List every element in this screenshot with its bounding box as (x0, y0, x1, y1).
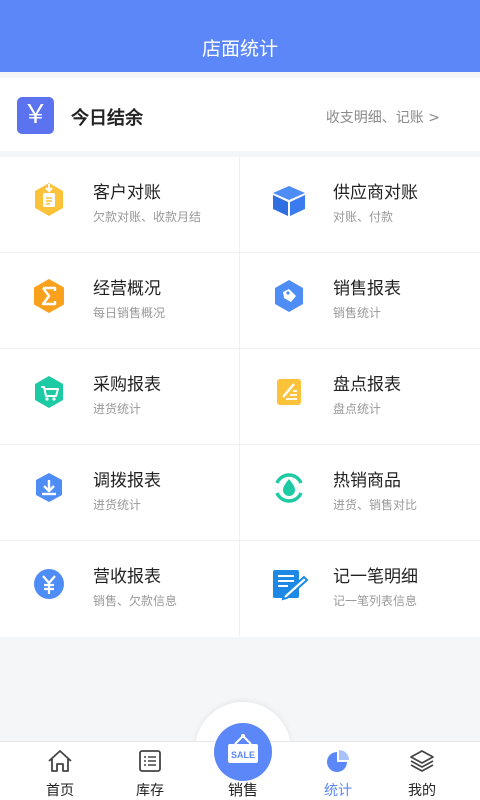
item-desc: 销售、欠款信息 (93, 594, 178, 608)
item-desc: 进货统计 (93, 498, 142, 512)
tab-home[interactable]: 首页 (12, 742, 108, 800)
transfer-report-item[interactable]: 调拨报表 进货统计 (0, 445, 240, 540)
grid-row: 采购报表 进货统计 盘点报表 盘点统计 (0, 349, 480, 445)
sigma-hexagon-icon (34, 279, 64, 313)
item-name: 供应商对账 (333, 183, 418, 203)
note-pen-icon (273, 570, 308, 601)
grid-row: 经营概况 每日销售概况 销售报表 销售统计 (0, 253, 480, 349)
tab-label: 首页 (46, 783, 74, 799)
cart-hexagon-icon (35, 376, 63, 408)
item-desc: 每日销售概况 (93, 306, 166, 320)
item-desc: 欠款对账、收款月结 (93, 210, 202, 224)
home-icon (48, 750, 72, 772)
item-desc: 销售统计 (333, 306, 382, 320)
inventory-report-item[interactable]: 盘点报表 盘点统计 (240, 349, 480, 444)
tab-label: 统计 (324, 783, 352, 799)
sale-sign-icon: SALE (228, 734, 258, 763)
item-name: 客户对账 (93, 183, 161, 203)
item-name: 营收报表 (93, 567, 161, 587)
item-name: 经营概况 (93, 279, 161, 299)
sale-badge-text: SALE (231, 750, 255, 760)
business-overview-item[interactable]: 经营概况 每日销售概况 (0, 253, 240, 348)
tab-inventory[interactable]: 库存 (102, 742, 198, 800)
grid-row: 调拨报表 进货统计 热销商品 进货、销售对比 (0, 445, 480, 541)
price-tag-icon (275, 280, 303, 312)
item-name: 采购报表 (93, 375, 161, 395)
item-desc: 盘点统计 (333, 402, 382, 416)
tab-label: 我的 (408, 783, 436, 799)
item-desc: 进货、销售对比 (333, 498, 418, 512)
purchase-report-item[interactable]: 采购报表 进货统计 (0, 349, 240, 444)
tab-label: 库存 (136, 783, 164, 799)
app-header: 店面统计 (0, 0, 480, 72)
hot-products-item[interactable]: 热销商品 进货、销售对比 (240, 445, 480, 540)
tab-sale-label[interactable]: 销售 (193, 779, 293, 800)
grid-row: 营收报表 销售、欠款信息 记一笔明细 记一笔列表信息 (0, 541, 480, 637)
sale-tab-button[interactable]: SALE (214, 723, 272, 781)
tab-mine[interactable]: 我的 (374, 742, 470, 800)
today-balance-label: 今日结余 (71, 108, 143, 129)
yuan-circle-icon (34, 569, 64, 599)
item-desc: 对账、付款 (333, 210, 394, 224)
yuan-icon: ￥ (17, 97, 54, 134)
page-title: 店面统计 (201, 38, 278, 60)
inventory-list-icon (139, 750, 161, 772)
item-desc: 记一笔列表信息 (333, 594, 418, 608)
grid-row: 客户对账 欠款对账、收款月结 供应商对账 对账、付款 (0, 157, 480, 253)
inventory-note-icon (277, 379, 301, 405)
supplier-box-icon (273, 186, 305, 216)
sales-report-item[interactable]: 销售报表 销售统计 (240, 253, 480, 348)
item-name: 热销商品 (333, 471, 401, 491)
item-desc: 进货统计 (93, 402, 142, 416)
report-grid: 客户对账 欠款对账、收款月结 供应商对账 对账、付款 经营概况 每日销售概况 销… (0, 157, 480, 637)
item-name: 记一笔明细 (333, 567, 418, 587)
customer-ledger-icon (35, 183, 63, 216)
transfer-download-icon (36, 473, 62, 502)
item-name: 调拨报表 (93, 471, 161, 491)
item-name: 销售报表 (333, 279, 401, 299)
supplier-ledger-item[interactable]: 供应商对账 对账、付款 (240, 157, 480, 252)
layers-icon (410, 750, 434, 772)
tab-statistics[interactable]: 统计 (290, 742, 386, 800)
item-name: 盘点报表 (333, 375, 401, 395)
pie-chart-icon (327, 750, 349, 772)
revenue-report-item[interactable]: 营收报表 销售、欠款信息 (0, 541, 240, 636)
today-balance-row[interactable]: ￥ 今日结余 收支明细、记账 > (0, 78, 480, 151)
hot-drop-icon (275, 473, 303, 503)
income-expense-link[interactable]: 收支明细、记账 > (326, 107, 440, 127)
note-detail-item[interactable]: 记一笔明细 记一笔列表信息 (240, 541, 480, 636)
customer-ledger-item[interactable]: 客户对账 欠款对账、收款月结 (0, 157, 240, 252)
